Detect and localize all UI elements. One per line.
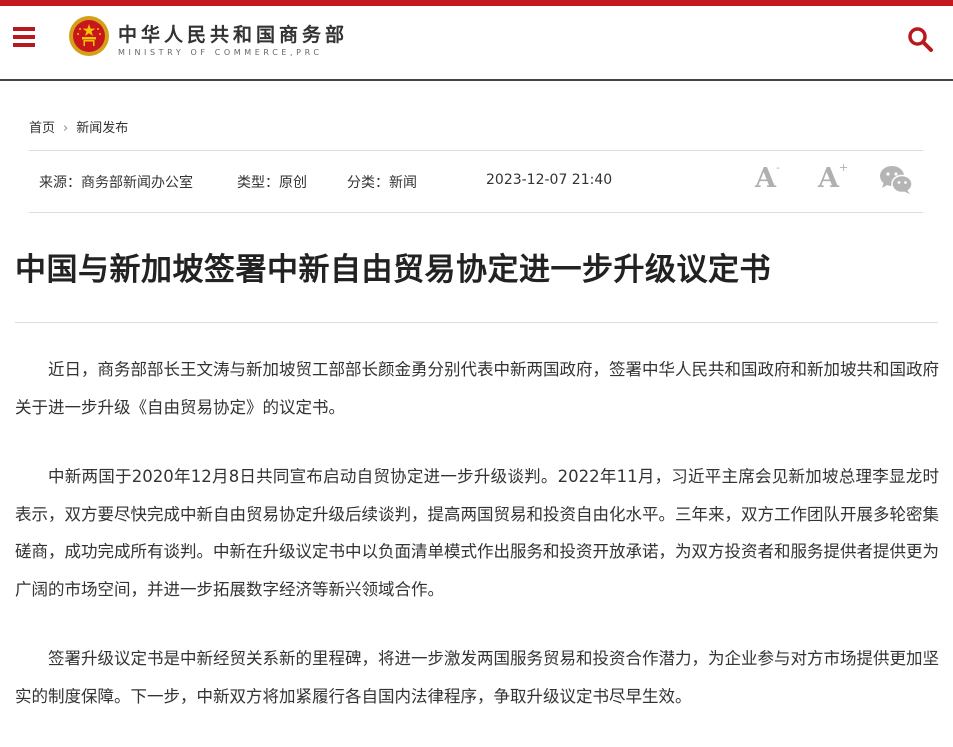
- font-increase-mark: +: [838, 161, 849, 174]
- site-header: 中华人民共和国商务部 MINISTRY OF COMMERCE,PRC: [0, 6, 953, 81]
- font-increase-button[interactable]: A+: [818, 161, 849, 194]
- meta-type: 类型：原创: [237, 175, 307, 191]
- meta-category: 分类：新闻: [347, 175, 417, 191]
- search-icon[interactable]: [906, 25, 934, 53]
- font-increase-icon: A: [818, 163, 839, 194]
- hamburger-menu-icon[interactable]: [13, 27, 35, 49]
- font-decrease-icon: A: [755, 163, 776, 194]
- site-name[interactable]: 中华人民共和国商务部: [118, 20, 348, 47]
- font-decrease-mark: -: [775, 161, 780, 174]
- wechat-icon[interactable]: [879, 165, 913, 195]
- site-name-english: MINISTRY OF COMMERCE,PRC: [118, 48, 323, 57]
- article-meta-bar: 来源：商务部新闻办公室 类型：原创 分类：新闻 2023-12-07 21:40…: [29, 150, 923, 213]
- title-divider: [15, 322, 938, 323]
- meta-datetime: 2023-12-07 21:40: [486, 172, 613, 188]
- article-title: 中国与新加坡签署中新自由贸易协定进一步升级议定书: [15, 252, 771, 288]
- breadcrumb: 首页 › 新闻发布: [29, 117, 128, 136]
- breadcrumb-home-link[interactable]: 首页: [29, 121, 55, 136]
- breadcrumb-news-link[interactable]: 新闻发布: [76, 121, 128, 136]
- chevron-right-icon: ›: [63, 121, 69, 136]
- article-paragraph: 近日，商务部部长王文涛与新加坡贸工部部长颜金勇分别代表中新两国政府，签署中华人民…: [15, 360, 939, 417]
- font-decrease-button[interactable]: A-: [755, 161, 780, 194]
- national-emblem-icon: [69, 16, 109, 56]
- article-paragraph: 签署升级议定书是中新经贸关系新的里程碑，将进一步激发两国服务贸易和投资合作潜力，…: [15, 649, 939, 706]
- article-body: 近日，商务部部长王文涛与新加坡贸工部部长颜金勇分别代表中新两国政府，签署中华人民…: [15, 351, 939, 747]
- meta-source: 来源：商务部新闻办公室: [39, 175, 193, 191]
- article-paragraph: 中新两国于2020年12月8日共同宣布启动自贸协定进一步升级谈判。2022年11…: [15, 467, 939, 599]
